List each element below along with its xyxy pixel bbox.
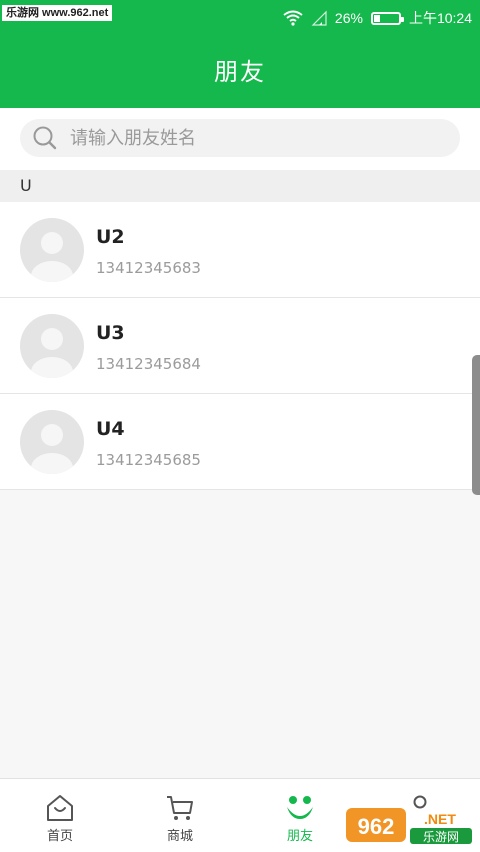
search-box[interactable] xyxy=(20,118,460,158)
tab-label: 首页 xyxy=(46,829,73,844)
wifi-icon xyxy=(283,10,303,26)
clock: 上午10:24 xyxy=(408,10,472,26)
contact-item[interactable]: U2 13412345683 xyxy=(0,202,480,298)
tab-label: 朋友 xyxy=(286,829,313,844)
section-header-letter: U xyxy=(0,170,480,202)
cart-icon xyxy=(167,796,193,820)
tab-label: 商城 xyxy=(166,829,193,844)
site-watermark: 乐游网 www.962.net xyxy=(2,5,113,21)
search-icon xyxy=(33,126,57,150)
tab-home[interactable]: 首页 xyxy=(0,779,120,852)
svg-text:乐游网: 乐游网 xyxy=(423,830,459,844)
contact-item[interactable]: U3 13412345684 xyxy=(0,298,480,394)
page-title: 朋友 xyxy=(214,58,266,86)
friends-icon xyxy=(287,796,313,819)
default-avatar-icon xyxy=(31,328,73,378)
home-icon xyxy=(47,795,73,821)
contact-name: U2 xyxy=(96,226,125,248)
battery-level-fill xyxy=(373,14,380,22)
signal-icon xyxy=(311,10,327,26)
side-scroll-handle[interactable] xyxy=(472,355,480,495)
contact-list: U2 13412345683 U3 13412345684 U4 1341234… xyxy=(0,202,480,490)
contact-phone: 13412345684 xyxy=(96,355,201,373)
status-bar: 26% 上午10:24 xyxy=(283,8,472,28)
contact-phone: 13412345685 xyxy=(96,451,201,469)
brand-watermark-logo: 962 .NET 乐游网 xyxy=(346,808,472,844)
battery-percentage: 26% xyxy=(334,10,363,26)
default-avatar-icon xyxy=(31,424,73,474)
battery-icon xyxy=(370,11,404,25)
svg-text:.NET: .NET xyxy=(424,811,456,827)
search-bar xyxy=(0,108,480,170)
avatar xyxy=(20,410,84,474)
tab-mall[interactable]: 商城 xyxy=(120,779,240,852)
default-avatar-icon xyxy=(31,232,73,282)
tab-friends[interactable]: 朋友 xyxy=(240,779,360,852)
app-header: 乐游网 www.962.net 26% 上午10:24 朋友 xyxy=(0,0,480,108)
avatar xyxy=(20,314,84,378)
contact-phone: 13412345683 xyxy=(96,259,201,277)
contact-name: U3 xyxy=(96,322,125,344)
svg-text:962: 962 xyxy=(358,814,395,839)
search-input[interactable] xyxy=(68,118,460,158)
contact-name: U4 xyxy=(96,418,125,440)
avatar xyxy=(20,218,84,282)
contact-item[interactable]: U4 13412345685 xyxy=(0,394,480,490)
